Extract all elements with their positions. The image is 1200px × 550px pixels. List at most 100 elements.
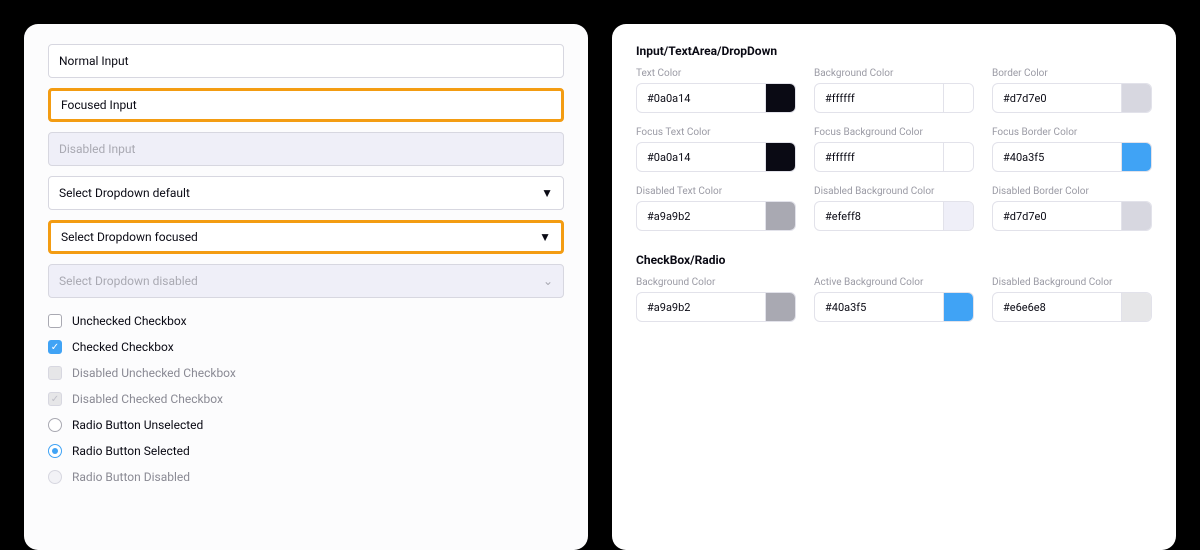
radio-disabled-row: Radio Button Disabled <box>48 464 564 490</box>
color-swatch[interactable] <box>765 84 795 112</box>
cfg-chk-active-bg-color: Active Background Color #40a3f5 <box>814 277 974 322</box>
hex-value[interactable]: #40a3f5 <box>993 143 1121 171</box>
cfg-label: Active Background Color <box>814 277 974 288</box>
color-input[interactable]: #e6e6e8 <box>992 292 1152 322</box>
normal-text-input-value: Normal Input <box>59 54 129 68</box>
cfg-focus-text-color: Focus Text Color #0a0a14 <box>636 127 796 172</box>
disabled-text-input: Disabled Input <box>48 132 564 166</box>
hex-value[interactable]: #e6e6e8 <box>993 293 1121 321</box>
cfg-label: Disabled Background Color <box>992 277 1152 288</box>
color-swatch[interactable] <box>765 143 795 171</box>
cfg-label: Border Color <box>992 68 1152 79</box>
hex-value[interactable]: #0a0a14 <box>637 84 765 112</box>
color-input[interactable]: #40a3f5 <box>814 292 974 322</box>
hex-value[interactable]: #d7d7e0 <box>993 202 1121 230</box>
select-default[interactable]: Select Dropdown default ▼ <box>48 176 564 210</box>
cfg-bg-color: Background Color #ffffff <box>814 68 974 113</box>
color-input[interactable]: #40a3f5 <box>992 142 1152 172</box>
cfg-label: Text Color <box>636 68 796 79</box>
cfg-focus-border-color: Focus Border Color #40a3f5 <box>992 127 1152 172</box>
hex-value[interactable]: #ffffff <box>815 84 943 112</box>
cfg-label: Focus Text Color <box>636 127 796 138</box>
checkbox-icon <box>48 314 62 328</box>
cfg-border-color: Border Color #d7d7e0 <box>992 68 1152 113</box>
select-default-value: Select Dropdown default <box>59 186 190 200</box>
color-swatch[interactable] <box>1121 143 1151 171</box>
checkbox-disabled-checked-label: Disabled Checked Checkbox <box>72 392 223 406</box>
cfg-chk-disabled-bg-color: Disabled Background Color #e6e6e8 <box>992 277 1152 322</box>
cfg-label: Background Color <box>636 277 796 288</box>
color-input[interactable]: #0a0a14 <box>636 142 796 172</box>
cfg-label: Disabled Background Color <box>814 186 974 197</box>
focused-text-input-value: Focused Input <box>61 98 137 112</box>
section-title-checkbox: CheckBox/Radio <box>636 253 1152 267</box>
hex-value[interactable]: #a9a9b2 <box>637 293 765 321</box>
color-swatch[interactable] <box>943 84 973 112</box>
checkbox-checked-icon: ✓ <box>48 340 62 354</box>
color-swatch[interactable] <box>943 293 973 321</box>
radio-disabled-icon <box>48 470 62 484</box>
checkbox-disabled-unchecked-row: Disabled Unchecked Checkbox <box>48 360 564 386</box>
cfg-chk-bg-color: Background Color #a9a9b2 <box>636 277 796 322</box>
color-input[interactable]: #d7d7e0 <box>992 201 1152 231</box>
color-input[interactable]: #a9a9b2 <box>636 201 796 231</box>
color-swatch[interactable] <box>1121 84 1151 112</box>
radio-disabled-label: Radio Button Disabled <box>72 470 190 484</box>
chevron-down-icon: ▼ <box>541 186 553 200</box>
cfg-label: Background Color <box>814 68 974 79</box>
radio-selected-row[interactable]: Radio Button Selected <box>48 438 564 464</box>
checkbox-disabled-checked-row: ✓ Disabled Checked Checkbox <box>48 386 564 412</box>
color-input[interactable]: #0a0a14 <box>636 83 796 113</box>
cfg-disabled-text-color: Disabled Text Color #a9a9b2 <box>636 186 796 231</box>
disabled-text-input-value: Disabled Input <box>59 142 135 156</box>
select-disabled-value: Select Dropdown disabled <box>59 274 198 288</box>
hex-value[interactable]: #0a0a14 <box>637 143 765 171</box>
color-swatch[interactable] <box>1121 202 1151 230</box>
cfg-label: Disabled Text Color <box>636 186 796 197</box>
normal-text-input[interactable]: Normal Input <box>48 44 564 78</box>
hex-value[interactable]: #40a3f5 <box>815 293 943 321</box>
color-swatch[interactable] <box>1121 293 1151 321</box>
color-swatch[interactable] <box>943 143 973 171</box>
checkbox-disabled-icon <box>48 366 62 380</box>
preview-panel: Normal Input Focused Input Disabled Inpu… <box>24 24 588 550</box>
cfg-label: Focus Border Color <box>992 127 1152 138</box>
select-focused-value: Select Dropdown focused <box>61 230 198 244</box>
color-input[interactable]: #ffffff <box>814 142 974 172</box>
color-swatch[interactable] <box>943 202 973 230</box>
color-input[interactable]: #ffffff <box>814 83 974 113</box>
cfg-label: Focus Background Color <box>814 127 974 138</box>
checkbox-unchecked-label: Unchecked Checkbox <box>72 314 187 328</box>
checkbox-disabled-unchecked-label: Disabled Unchecked Checkbox <box>72 366 236 380</box>
section-title-input: Input/TextArea/DropDown <box>636 44 1152 58</box>
radio-icon <box>48 418 62 432</box>
cfg-disabled-bg-color: Disabled Background Color #efeff8 <box>814 186 974 231</box>
hex-value[interactable]: #a9a9b2 <box>637 202 765 230</box>
checkbox-unchecked-row[interactable]: Unchecked Checkbox <box>48 308 564 334</box>
config-panel: Input/TextArea/DropDown Text Color #0a0a… <box>612 24 1176 550</box>
radio-selected-label: Radio Button Selected <box>72 444 190 458</box>
color-swatch[interactable] <box>765 202 795 230</box>
cfg-disabled-border-color: Disabled Border Color #d7d7e0 <box>992 186 1152 231</box>
chevron-down-icon: ▼ <box>539 230 551 244</box>
select-focused[interactable]: Select Dropdown focused ▼ <box>48 220 564 254</box>
color-input[interactable]: #d7d7e0 <box>992 83 1152 113</box>
checkbox-checked-label: Checked Checkbox <box>72 340 174 354</box>
radio-unselected-row[interactable]: Radio Button Unselected <box>48 412 564 438</box>
hex-value[interactable]: #efeff8 <box>815 202 943 230</box>
cfg-label: Disabled Border Color <box>992 186 1152 197</box>
chevron-down-icon: ⌄ <box>543 274 553 288</box>
cfg-focus-bg-color: Focus Background Color #ffffff <box>814 127 974 172</box>
select-disabled: Select Dropdown disabled ⌄ <box>48 264 564 298</box>
color-swatch[interactable] <box>765 293 795 321</box>
color-input[interactable]: #a9a9b2 <box>636 292 796 322</box>
color-input[interactable]: #efeff8 <box>814 201 974 231</box>
checkbox-disabled-checked-icon: ✓ <box>48 392 62 406</box>
radio-selected-icon <box>48 444 62 458</box>
focused-text-input[interactable]: Focused Input <box>48 88 564 122</box>
checkbox-checked-row[interactable]: ✓ Checked Checkbox <box>48 334 564 360</box>
hex-value[interactable]: #d7d7e0 <box>993 84 1121 112</box>
hex-value[interactable]: #ffffff <box>815 143 943 171</box>
cfg-text-color: Text Color #0a0a14 <box>636 68 796 113</box>
radio-unselected-label: Radio Button Unselected <box>72 418 203 432</box>
